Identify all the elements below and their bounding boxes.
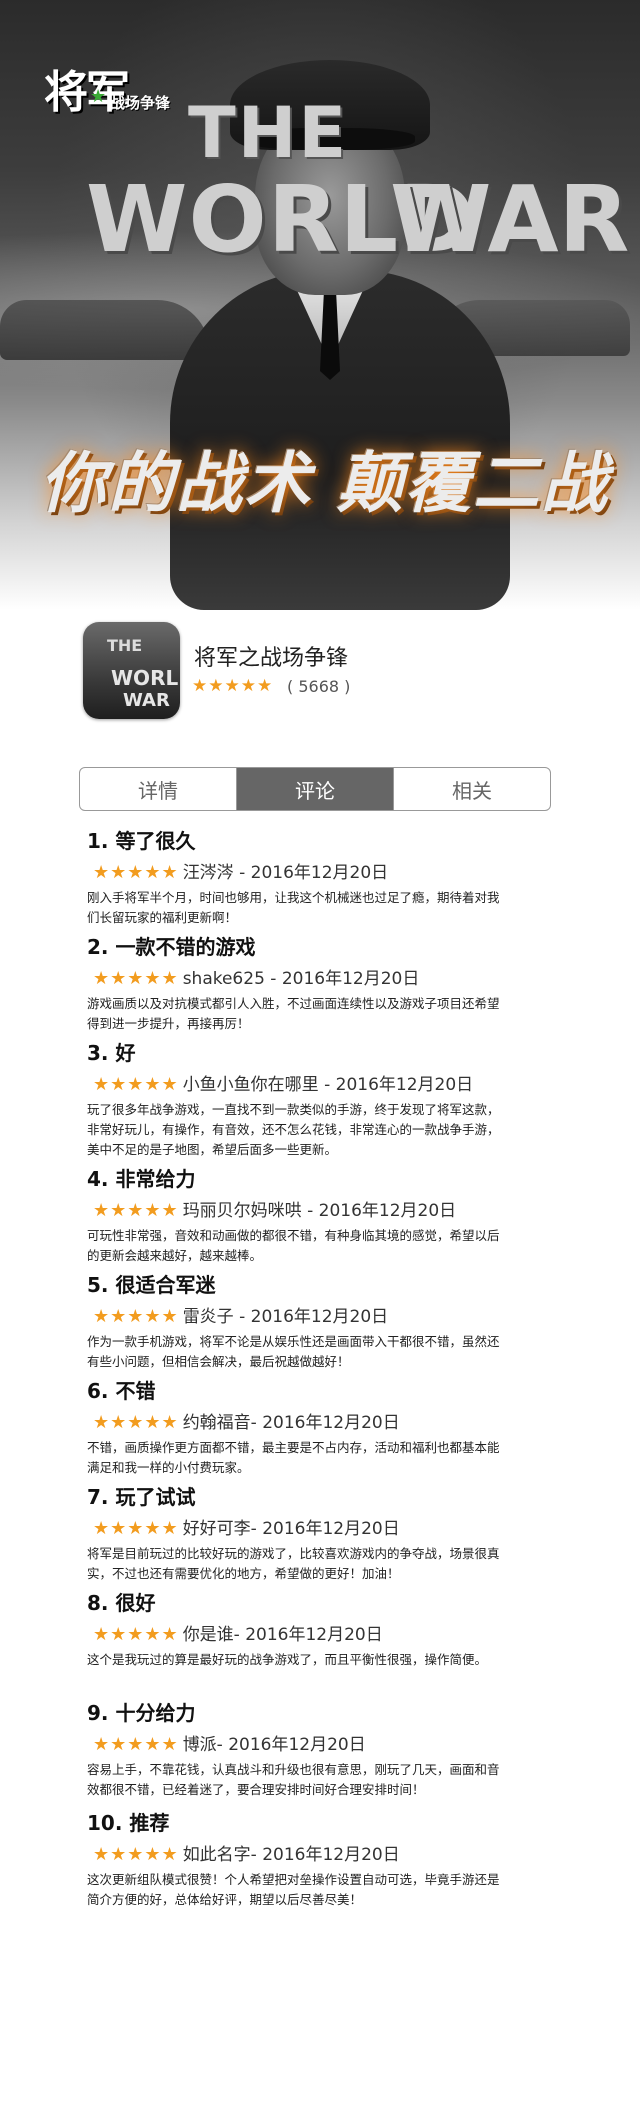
review-meta: ★★★★★ 汪涔涔 - 2016年12月20日 — [87, 858, 507, 888]
review-meta: ★★★★★ 博派- 2016年12月20日 — [87, 1730, 507, 1760]
review-meta: ★★★★★ 你是谁- 2016年12月20日 — [87, 1620, 507, 1650]
app-icon-text-the: THE — [107, 636, 143, 655]
review-body: 玩了很多年战争游戏，一直找不到一款类似的手游，终于发现了将军这款，非常好玩儿，有… — [87, 1102, 500, 1157]
review-stars: ★★★★★ — [93, 1624, 179, 1645]
review-title: 7. 玩了试试 — [87, 1485, 196, 1509]
app-icon-text-war: WAR — [123, 690, 170, 711]
review-title: 4. 非常给力 — [87, 1167, 196, 1191]
review-item: 4. 非常给力 ★★★★★ 玛丽贝尔妈咪哄 - 2016年12月20日 可玩性非常… — [87, 1162, 507, 1268]
game-logo: 将军 ★ 战场争锋 — [44, 56, 184, 118]
review-stars: ★★★★★ — [93, 1734, 179, 1755]
banner-slogan: 你的战术 颠覆二战 — [40, 445, 609, 522]
review-stars: ★★★★★ — [93, 1518, 179, 1539]
review-title: 9. 十分给力 — [87, 1701, 196, 1725]
review-item: 8. 很好 ★★★★★ 你是谁- 2016年12月20日 这个是我玩过的算是最好玩… — [87, 1586, 507, 1696]
review-body: 作为一款手机游戏，将军不论是从娱乐性还是画面带入干都很不错，虽然还有些小问题，但… — [87, 1334, 500, 1369]
review-item: 2. 一款不错的游戏 ★★★★★ shake625 - 2016年12月20日 游… — [87, 930, 507, 1036]
app-icon[interactable]: THE WORLD WAR — [83, 622, 180, 719]
review-item: 10. 推荐 ★★★★★ 如此名字- 2016年12月20日 这次更新组队模式很赞… — [87, 1806, 507, 1916]
review-title: 6. 不错 — [87, 1379, 156, 1403]
hero-banner: THE WORLD WAR 将军 ★ 战场争锋 你的战术 颠覆二战 — [0, 0, 640, 610]
review-meta: ★★★★★ 小鱼小鱼你在哪里 - 2016年12月20日 — [87, 1070, 507, 1100]
review-title: 5. 很适合军迷 — [87, 1273, 216, 1297]
review-author-date: 约翰福音- 2016年12月20日 — [182, 1413, 400, 1433]
review-body: 不错，画质操作更方面都不错，最主要是不占内存，活动和福利也都基本能满足和我一样的… — [87, 1440, 500, 1475]
tank-left-image — [0, 300, 210, 360]
app-icon-text-world: WORLD — [111, 666, 180, 690]
review-author-date: 玛丽贝尔妈咪哄 - 2016年12月20日 — [182, 1201, 457, 1221]
review-meta: ★★★★★ 约翰福音- 2016年12月20日 — [87, 1408, 507, 1438]
review-author-date: 汪涔涔 - 2016年12月20日 — [182, 863, 389, 883]
review-stars: ★★★★★ — [93, 1074, 179, 1095]
review-title: 8. 很好 — [87, 1591, 156, 1615]
review-author-date: shake625 - 2016年12月20日 — [182, 969, 420, 989]
logo-subtitle: 战场争锋 — [110, 94, 171, 112]
review-body: 这次更新组队模式很赞！个人希望把对垒操作设置自动可选，毕竟手游还是简介方便的好，… — [87, 1872, 500, 1907]
review-author-date: 博派- 2016年12月20日 — [182, 1735, 366, 1755]
review-author-date: 雷炎子 - 2016年12月20日 — [182, 1307, 389, 1327]
review-stars: ★★★★★ — [93, 862, 179, 883]
review-title: 10. 推荐 — [87, 1811, 170, 1835]
tab-details[interactable]: 详情 — [80, 768, 237, 810]
review-body: 将军是目前玩过的比较好玩的游戏了，比较喜欢游戏内的争夺战，场景很真实，不过也还有… — [87, 1546, 500, 1581]
review-author-date: 你是谁- 2016年12月20日 — [182, 1625, 383, 1645]
review-item: 3. 好 ★★★★★ 小鱼小鱼你在哪里 - 2016年12月20日 玩了很多年战争… — [87, 1036, 507, 1162]
review-stars: ★★★★★ — [93, 968, 179, 989]
review-body: 容易上手，不靠花钱，认真战斗和升级也很有意思，刚玩了几天，画面和音效都很不错，已… — [87, 1762, 500, 1797]
review-stars: ★★★★★ — [93, 1412, 179, 1433]
review-list: 1. 等了很久 ★★★★★ 汪涔涔 - 2016年12月20日 刚入手将军半个月，… — [87, 824, 507, 1916]
tab-reviews[interactable]: 评论 — [237, 768, 394, 810]
game-title-the: THE — [188, 92, 349, 174]
review-author-date: 小鱼小鱼你在哪里 - 2016年12月20日 — [182, 1075, 474, 1095]
review-stars: ★★★★★ — [93, 1844, 179, 1865]
review-meta: ★★★★★ 如此名字- 2016年12月20日 — [87, 1840, 507, 1870]
review-item: 9. 十分给力 ★★★★★ 博派- 2016年12月20日 容易上手，不靠花钱，认… — [87, 1696, 507, 1806]
review-item: 1. 等了很久 ★★★★★ 汪涔涔 - 2016年12月20日 刚入手将军半个月，… — [87, 824, 507, 930]
review-item: 5. 很适合军迷 ★★★★★ 雷炎子 - 2016年12月20日 作为一款手机游戏… — [87, 1268, 507, 1374]
review-stars: ★★★★★ — [93, 1306, 179, 1327]
app-rating-count: ( 5668 ) — [287, 677, 351, 696]
review-meta: ★★★★★ 好好可李- 2016年12月20日 — [87, 1514, 507, 1544]
tab-bar: 详情 评论 相关 — [79, 767, 551, 811]
review-meta: ★★★★★ 雷炎子 - 2016年12月20日 — [87, 1302, 507, 1332]
review-item: 7. 玩了试试 ★★★★★ 好好可李- 2016年12月20日 将军是目前玩过的比… — [87, 1480, 507, 1586]
review-body: 刚入手将军半个月，时间也够用，让我这个机械迷也过足了瘾，期待着对我们长留玩家的福… — [87, 890, 500, 925]
tab-related[interactable]: 相关 — [394, 768, 550, 810]
review-title: 3. 好 — [87, 1041, 136, 1065]
app-rating-stars: ★★★★★ — [192, 676, 274, 696]
review-author-date: 如此名字- 2016年12月20日 — [182, 1845, 400, 1865]
review-body: 游戏画质以及对抗模式都引人入胜，不过画面连续性以及游戏子项目还希望得到进一步提升… — [87, 996, 500, 1031]
review-meta: ★★★★★ 玛丽贝尔妈咪哄 - 2016年12月20日 — [87, 1196, 507, 1226]
review-author-date: 好好可李- 2016年12月20日 — [182, 1519, 400, 1539]
review-stars: ★★★★★ — [93, 1200, 179, 1221]
review-body: 可玩性非常强，音效和动画做的都很不错，有种身临其境的感觉，希望以后的更新会越来越… — [87, 1228, 500, 1263]
review-title: 1. 等了很久 — [87, 829, 196, 853]
review-meta: ★★★★★ shake625 - 2016年12月20日 — [87, 964, 507, 994]
game-title-war: WAR — [390, 166, 630, 273]
review-item: 6. 不错 ★★★★★ 约翰福音- 2016年12月20日 不错，画质操作更方面都… — [87, 1374, 507, 1480]
review-title: 2. 一款不错的游戏 — [87, 935, 256, 959]
logo-star-icon: ★ — [90, 86, 107, 107]
review-body: 这个是我玩过的算是最好玩的战争游戏了，而且平衡性很强，操作简便。 — [87, 1652, 488, 1667]
app-name: 将军之战场争锋 — [194, 646, 349, 671]
